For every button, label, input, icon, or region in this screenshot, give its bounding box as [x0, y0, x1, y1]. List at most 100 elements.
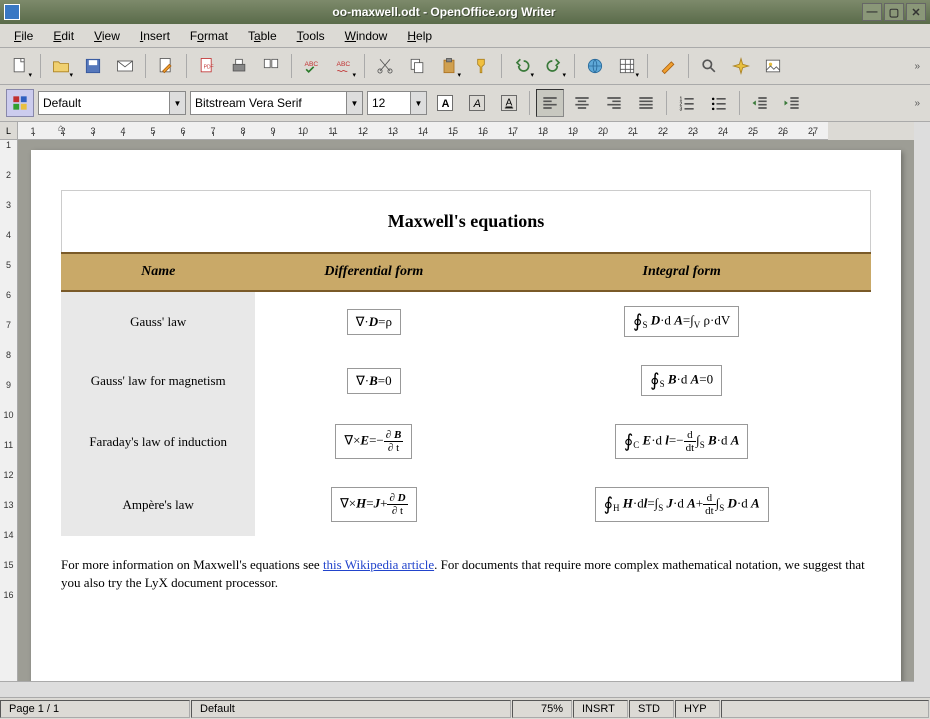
menu-table[interactable]: Table: [240, 27, 285, 45]
horizontal-ruler[interactable]: ⌂ 12345678910111213141516171819202122232…: [18, 122, 828, 140]
para-text: For more information on Maxwell's equati…: [61, 557, 323, 572]
bullet-list-button[interactable]: [705, 89, 733, 117]
menu-format[interactable]: Format: [182, 27, 236, 45]
undo-button[interactable]: [508, 52, 536, 80]
status-insert-mode[interactable]: INSRT: [573, 700, 628, 718]
cut-button[interactable]: [371, 52, 399, 80]
format-paintbrush-button[interactable]: [467, 52, 495, 80]
redo-button[interactable]: [540, 52, 568, 80]
status-extra: [721, 700, 929, 718]
equation: ∇·B=0: [347, 368, 401, 394]
align-center-button[interactable]: [568, 89, 596, 117]
navigator-button[interactable]: [727, 52, 755, 80]
horizontal-scrollbar[interactable]: [0, 681, 914, 697]
equation: ∮S D·d A=∫V ρ·dV: [624, 306, 739, 337]
paste-button[interactable]: [435, 52, 463, 80]
menubar: File Edit View Insert Format Table Tools…: [0, 24, 930, 48]
equation: ∇·D=ρ: [347, 309, 401, 335]
toolbar-overflow-icon[interactable]: »: [914, 61, 924, 72]
menu-tools[interactable]: Tools: [289, 27, 333, 45]
menu-view[interactable]: View: [86, 27, 128, 45]
equation: ∮H H·dl=∫S J·d A+ddt∫S D·d A: [595, 487, 769, 522]
wikipedia-link[interactable]: this Wikipedia article: [323, 557, 434, 572]
increase-indent-button[interactable]: [778, 89, 806, 117]
align-left-button[interactable]: [536, 89, 564, 117]
font-name-input[interactable]: [191, 92, 346, 114]
print-button[interactable]: [225, 52, 253, 80]
table-button[interactable]: [613, 52, 641, 80]
close-button[interactable]: ✕: [906, 3, 926, 21]
paragraph-style-combo[interactable]: ▼: [38, 91, 186, 115]
svg-text:A: A: [473, 98, 481, 110]
font-name-dropdown-icon[interactable]: ▼: [346, 92, 362, 114]
bold-button[interactable]: A: [431, 89, 459, 117]
font-name-combo[interactable]: ▼: [190, 91, 363, 115]
italic-button[interactable]: A: [463, 89, 491, 117]
font-size-dropdown-icon[interactable]: ▼: [410, 92, 426, 114]
row-name: Gauss' law for magnetism: [61, 351, 255, 410]
align-justify-button[interactable]: [632, 89, 660, 117]
menu-file[interactable]: File: [6, 27, 41, 45]
menu-file-label: ile: [21, 29, 33, 43]
print-preview-button[interactable]: [257, 52, 285, 80]
email-button[interactable]: [111, 52, 139, 80]
menu-insert[interactable]: Insert: [132, 27, 178, 45]
page-title: Maxwell's equations: [61, 190, 871, 252]
menu-edit[interactable]: Edit: [45, 27, 82, 45]
toolbar-overflow-icon[interactable]: »: [914, 98, 924, 109]
font-size-combo[interactable]: ▼: [367, 91, 427, 115]
row-name: Gauss' law: [61, 291, 255, 351]
menu-window[interactable]: Window: [337, 27, 396, 45]
gallery-button[interactable]: [759, 52, 787, 80]
edit-doc-button[interactable]: [152, 52, 180, 80]
document-viewport[interactable]: Maxwell's equations Name Differential fo…: [18, 140, 914, 681]
status-page: Page 1 / 1: [0, 700, 190, 718]
paragraph-style-input[interactable]: [39, 92, 169, 114]
vertical-ruler[interactable]: 12345678910111213141516: [0, 140, 18, 681]
spellcheck-button[interactable]: ABC: [298, 52, 326, 80]
styles-button[interactable]: [6, 89, 34, 117]
app-icon: [4, 4, 20, 20]
decrease-indent-button[interactable]: [746, 89, 774, 117]
copy-button[interactable]: [403, 52, 431, 80]
open-button[interactable]: [47, 52, 75, 80]
autospellcheck-button[interactable]: ABC: [330, 52, 358, 80]
new-doc-button[interactable]: [6, 52, 34, 80]
vertical-scrollbar[interactable]: [914, 122, 930, 697]
find-button[interactable]: [695, 52, 723, 80]
export-pdf-button[interactable]: PDF: [193, 52, 221, 80]
menu-help[interactable]: Help: [399, 27, 440, 45]
table-row: Faraday's law of induction ∇×E=−∂ B∂ t ∮…: [61, 410, 871, 473]
align-right-button[interactable]: [600, 89, 628, 117]
svg-text:ABC: ABC: [305, 61, 319, 68]
numbered-list-button[interactable]: 123: [673, 89, 701, 117]
maximize-button[interactable]: ▢: [884, 3, 904, 21]
maxwell-table: Name Differential form Integral form Gau…: [61, 252, 871, 536]
col-header-name: Name: [61, 253, 255, 291]
document-page: Maxwell's equations Name Differential fo…: [31, 150, 901, 681]
statusbar: Page 1 / 1 Default 75% INSRT STD HYP: [0, 697, 930, 719]
minimize-button[interactable]: —: [862, 3, 882, 21]
toolbar-formatting: ▼ ▼ ▼ A A A 123 »: [0, 85, 930, 122]
body-paragraph: For more information on Maxwell's equati…: [61, 556, 871, 592]
titlebar: oo-maxwell.odt - OpenOffice.org Writer —…: [0, 0, 930, 24]
equation: ∇×H=J+∂ D∂ t: [331, 487, 416, 522]
font-size-input[interactable]: [368, 92, 410, 114]
table-row: Ampère's law ∇×H=J+∂ D∂ t ∮H H·dl=∫S J·d…: [61, 473, 871, 536]
status-zoom[interactable]: 75%: [512, 700, 572, 718]
show-draw-button[interactable]: [654, 52, 682, 80]
status-hyphenation[interactable]: HYP: [675, 700, 720, 718]
ruler-corner: L: [0, 122, 18, 140]
col-header-diff: Differential form: [255, 253, 492, 291]
row-name: Faraday's law of induction: [61, 410, 255, 473]
underline-button[interactable]: A: [495, 89, 523, 117]
status-style: Default: [191, 700, 511, 718]
equation: ∮C E·d l=−ddt∫S B·d A: [615, 424, 749, 459]
svg-text:3: 3: [680, 107, 683, 113]
paragraph-style-dropdown-icon[interactable]: ▼: [169, 92, 185, 114]
hyperlink-button[interactable]: [581, 52, 609, 80]
save-button[interactable]: [79, 52, 107, 80]
status-selection-mode[interactable]: STD: [629, 700, 674, 718]
svg-text:A: A: [442, 98, 450, 110]
table-row: Gauss' law for magnetism ∇·B=0 ∮S B·d A=…: [61, 351, 871, 410]
